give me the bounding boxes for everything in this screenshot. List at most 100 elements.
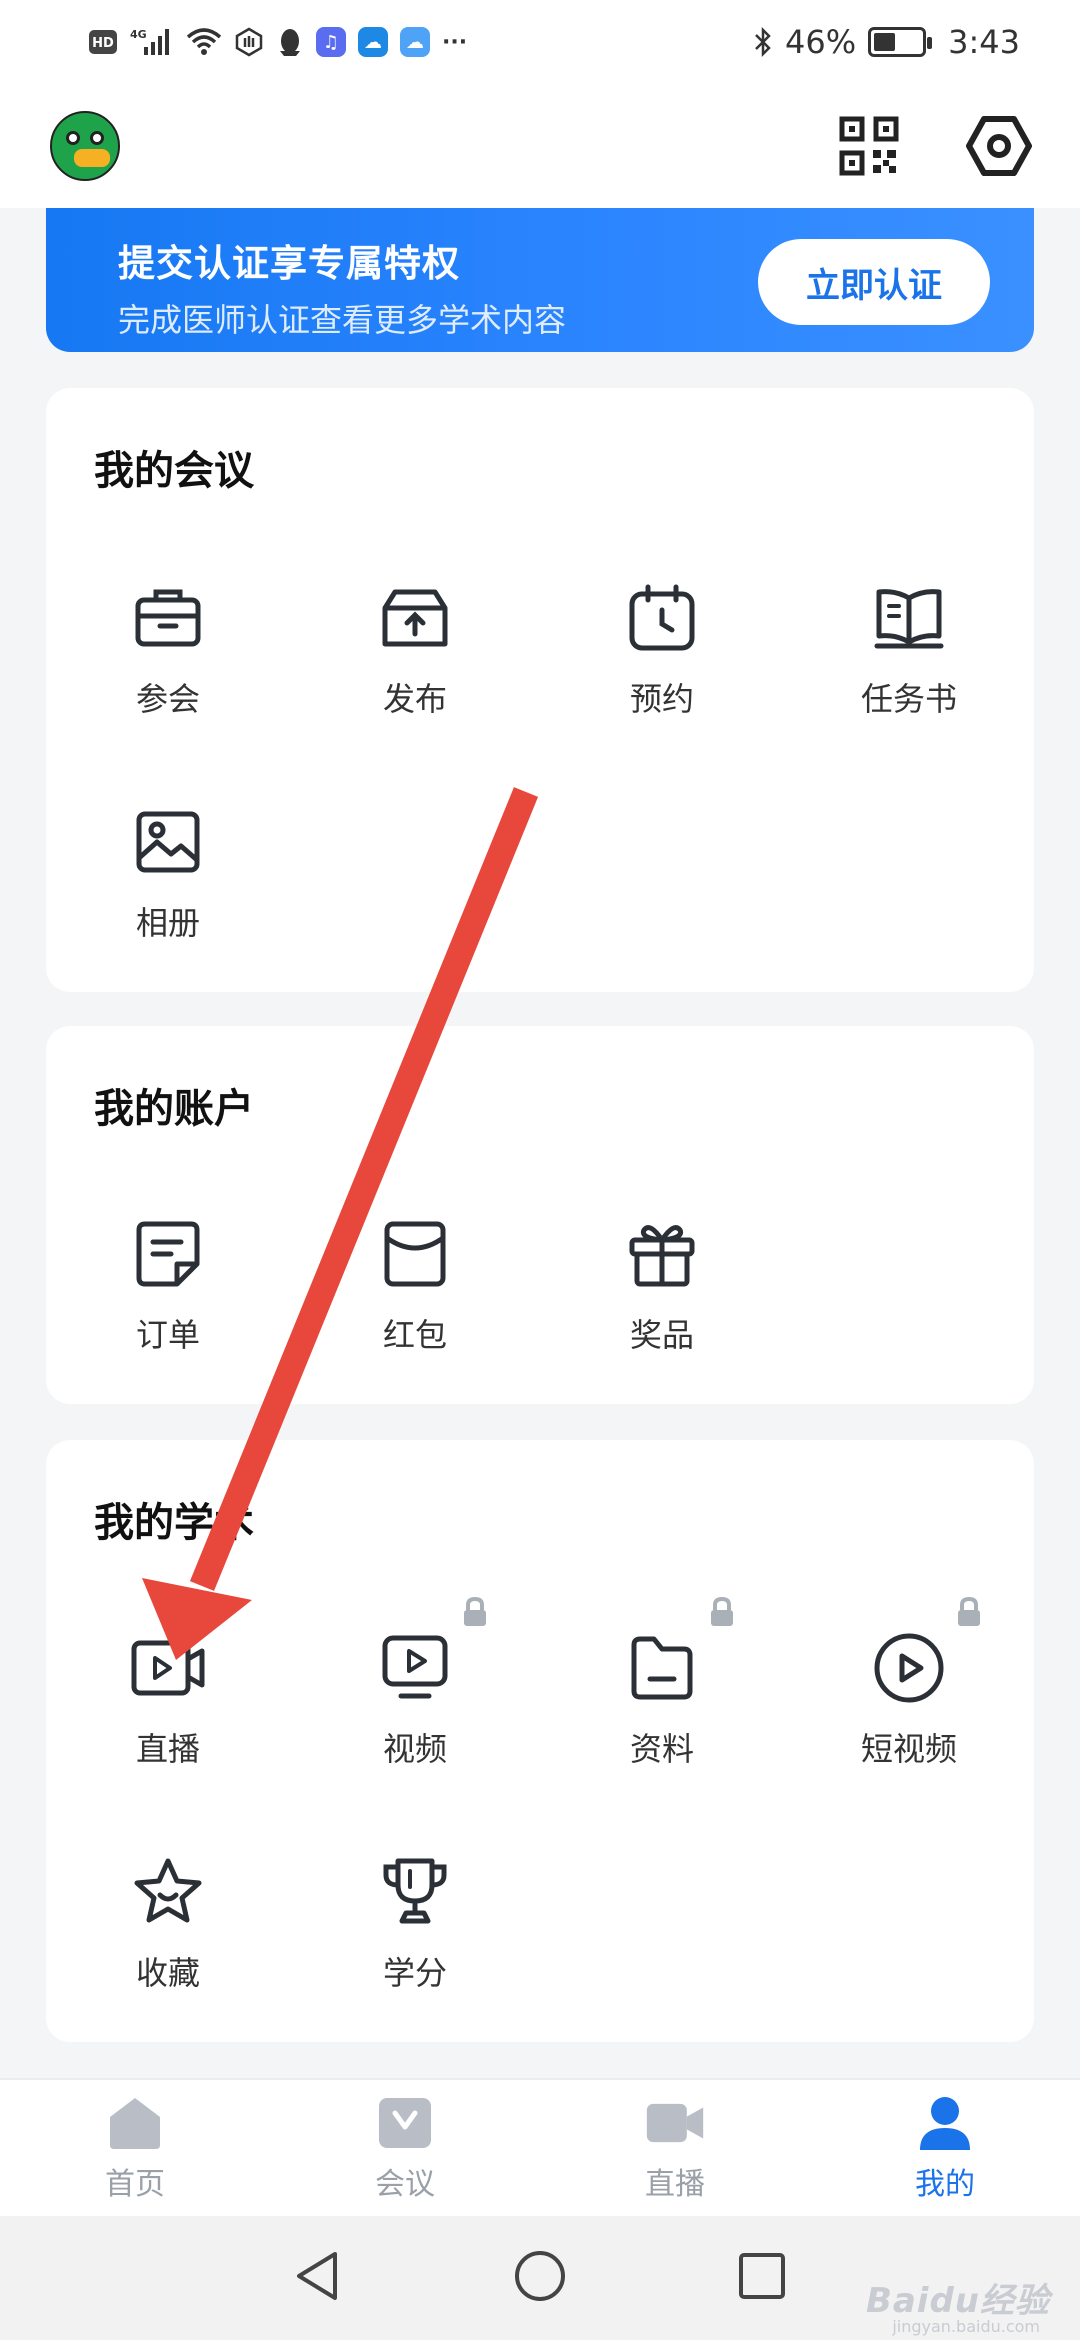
academic-item-label: 收藏: [135, 1954, 200, 1992]
system-nav-bar: Baidu经验 jingyan.baidu.com: [0, 2216, 1080, 2340]
lock-icon: [949, 1592, 989, 1632]
meeting-icon: [375, 2095, 435, 2151]
folder-icon: [624, 1630, 700, 1706]
cloud-app-icon: ☁: [400, 27, 430, 57]
video-monitor-icon: [377, 1630, 453, 1706]
account-item-orders[interactable]: 订单: [68, 1216, 268, 1356]
live-icon: [645, 2095, 705, 2151]
nav-label: 直播: [645, 2167, 705, 2202]
wifi-icon: [186, 27, 222, 57]
account-item-label: 订单: [135, 1316, 200, 1354]
watermark: Baidu经验: [865, 2281, 1050, 2321]
academic-item-favorites[interactable]: 收藏: [68, 1854, 268, 1994]
music-app-icon: ♫: [316, 27, 346, 57]
status-bar: HD 4G ♫ ☁ ☁ ··· 46% 3:43: [0, 0, 1080, 84]
order-note-icon: [130, 1216, 206, 1292]
academic-item-label: 短视频: [860, 1730, 957, 1768]
avatar-eye: [66, 131, 80, 145]
briefcase-icon: [130, 580, 206, 656]
certify-now-button[interactable]: 立即认证: [758, 239, 990, 325]
battery-percent: 46%: [785, 23, 857, 61]
upload-box-icon: [377, 580, 453, 656]
banner-subtitle: 完成医师认证查看更多学术内容: [118, 301, 567, 339]
bluetooth-icon: [753, 26, 773, 58]
image-icon: [130, 804, 206, 880]
home-icon: [105, 2095, 165, 2151]
nav-label: 我的: [915, 2167, 975, 2202]
academic-item-live[interactable]: 直播: [68, 1630, 268, 1770]
my-meetings-title: 我的会议: [94, 448, 254, 494]
signal-icon: 4G: [130, 27, 174, 57]
avatar[interactable]: [50, 111, 120, 181]
home-circle-icon: [515, 2251, 565, 2301]
academic-item-materials[interactable]: 资料: [562, 1630, 762, 1770]
meeting-item-label: 预约: [629, 680, 694, 718]
svg-text:HD: HD: [92, 36, 114, 51]
my-account-card: 我的账户 订单 红包 奖品: [46, 1026, 1034, 1404]
banner-title: 提交认证享专属特权: [118, 242, 460, 285]
qr-code-icon: [839, 116, 899, 176]
nav-label: 首页: [105, 2167, 165, 2202]
settings-hexagon-icon: [966, 116, 1032, 176]
nav-meetings[interactable]: 会议: [270, 2080, 540, 2216]
hand-icon: [234, 27, 264, 57]
academic-item-video[interactable]: 视频: [315, 1630, 515, 1770]
clock: 3:43: [948, 23, 1020, 61]
star-icon: [130, 1854, 206, 1930]
hd-icon: HD: [88, 29, 118, 55]
academic-item-short-video[interactable]: 短视频: [809, 1630, 1009, 1770]
meeting-item-task-book[interactable]: 任务书: [809, 580, 1009, 720]
calendar-clock-icon: [624, 580, 700, 656]
academic-item-label: 学分: [382, 1954, 447, 1992]
open-book-icon: [871, 580, 947, 656]
nav-label: 会议: [375, 2167, 435, 2202]
profile-icon: [915, 2095, 975, 2151]
red-envelope-icon: [377, 1216, 453, 1292]
nav-live[interactable]: 直播: [540, 2080, 810, 2216]
lock-icon: [455, 1592, 495, 1632]
meeting-item-label: 发布: [382, 680, 447, 718]
my-academic-card: 我的学术 直播 视频 资料 短视频 收藏 学分: [46, 1440, 1034, 2042]
qq-icon: [276, 27, 304, 57]
svg-text:4G: 4G: [130, 28, 147, 41]
more-notifications-icon: ···: [442, 29, 468, 55]
bottom-nav: 首页 会议 直播 我的: [0, 2078, 1080, 2216]
gift-icon: [624, 1216, 700, 1292]
weather-app-icon: ☁: [358, 27, 388, 57]
recents-button[interactable]: [737, 2251, 787, 2305]
certification-banner[interactable]: 提交认证享专属特权 完成医师认证查看更多学术内容 立即认证: [46, 208, 1034, 352]
academic-item-label: 资料: [629, 1730, 694, 1768]
qr-code-button[interactable]: [834, 111, 904, 181]
recents-square-icon: [739, 2253, 785, 2299]
avatar-beak: [74, 149, 110, 167]
academic-item-label: 视频: [382, 1730, 447, 1768]
my-account-title: 我的账户: [94, 1086, 254, 1132]
home-button[interactable]: [513, 2249, 567, 2307]
account-item-label: 奖品: [629, 1316, 694, 1354]
meeting-item-publish[interactable]: 发布: [315, 580, 515, 720]
account-item-label: 红包: [382, 1316, 447, 1354]
my-meetings-card: 我的会议 参会 发布 预约 任务书 相册: [46, 388, 1034, 992]
nav-home[interactable]: 首页: [0, 2080, 270, 2216]
account-item-red-envelope[interactable]: 红包: [315, 1216, 515, 1356]
trophy-icon: [377, 1854, 453, 1930]
meeting-item-label: 参会: [135, 680, 200, 718]
nav-profile[interactable]: 我的: [810, 2080, 1080, 2216]
my-academic-title: 我的学术: [94, 1500, 254, 1546]
academic-item-credits[interactable]: 学分: [315, 1854, 515, 1994]
meeting-item-album[interactable]: 相册: [68, 804, 268, 944]
watermark-url: jingyan.baidu.com: [892, 2317, 1040, 2336]
settings-button[interactable]: [964, 111, 1034, 181]
meeting-item-attend[interactable]: 参会: [68, 580, 268, 720]
meeting-item-label: 相册: [135, 904, 200, 942]
account-item-prizes[interactable]: 奖品: [562, 1216, 762, 1356]
meeting-item-label: 任务书: [860, 680, 957, 718]
play-circle-icon: [871, 1630, 947, 1706]
live-camera-icon: [130, 1630, 206, 1706]
back-triangle-icon: [297, 2252, 337, 2300]
avatar-eye: [90, 131, 104, 145]
back-button[interactable]: [293, 2248, 343, 2308]
academic-item-label: 直播: [135, 1730, 200, 1768]
lock-icon: [702, 1592, 742, 1632]
meeting-item-reserve[interactable]: 预约: [562, 580, 762, 720]
